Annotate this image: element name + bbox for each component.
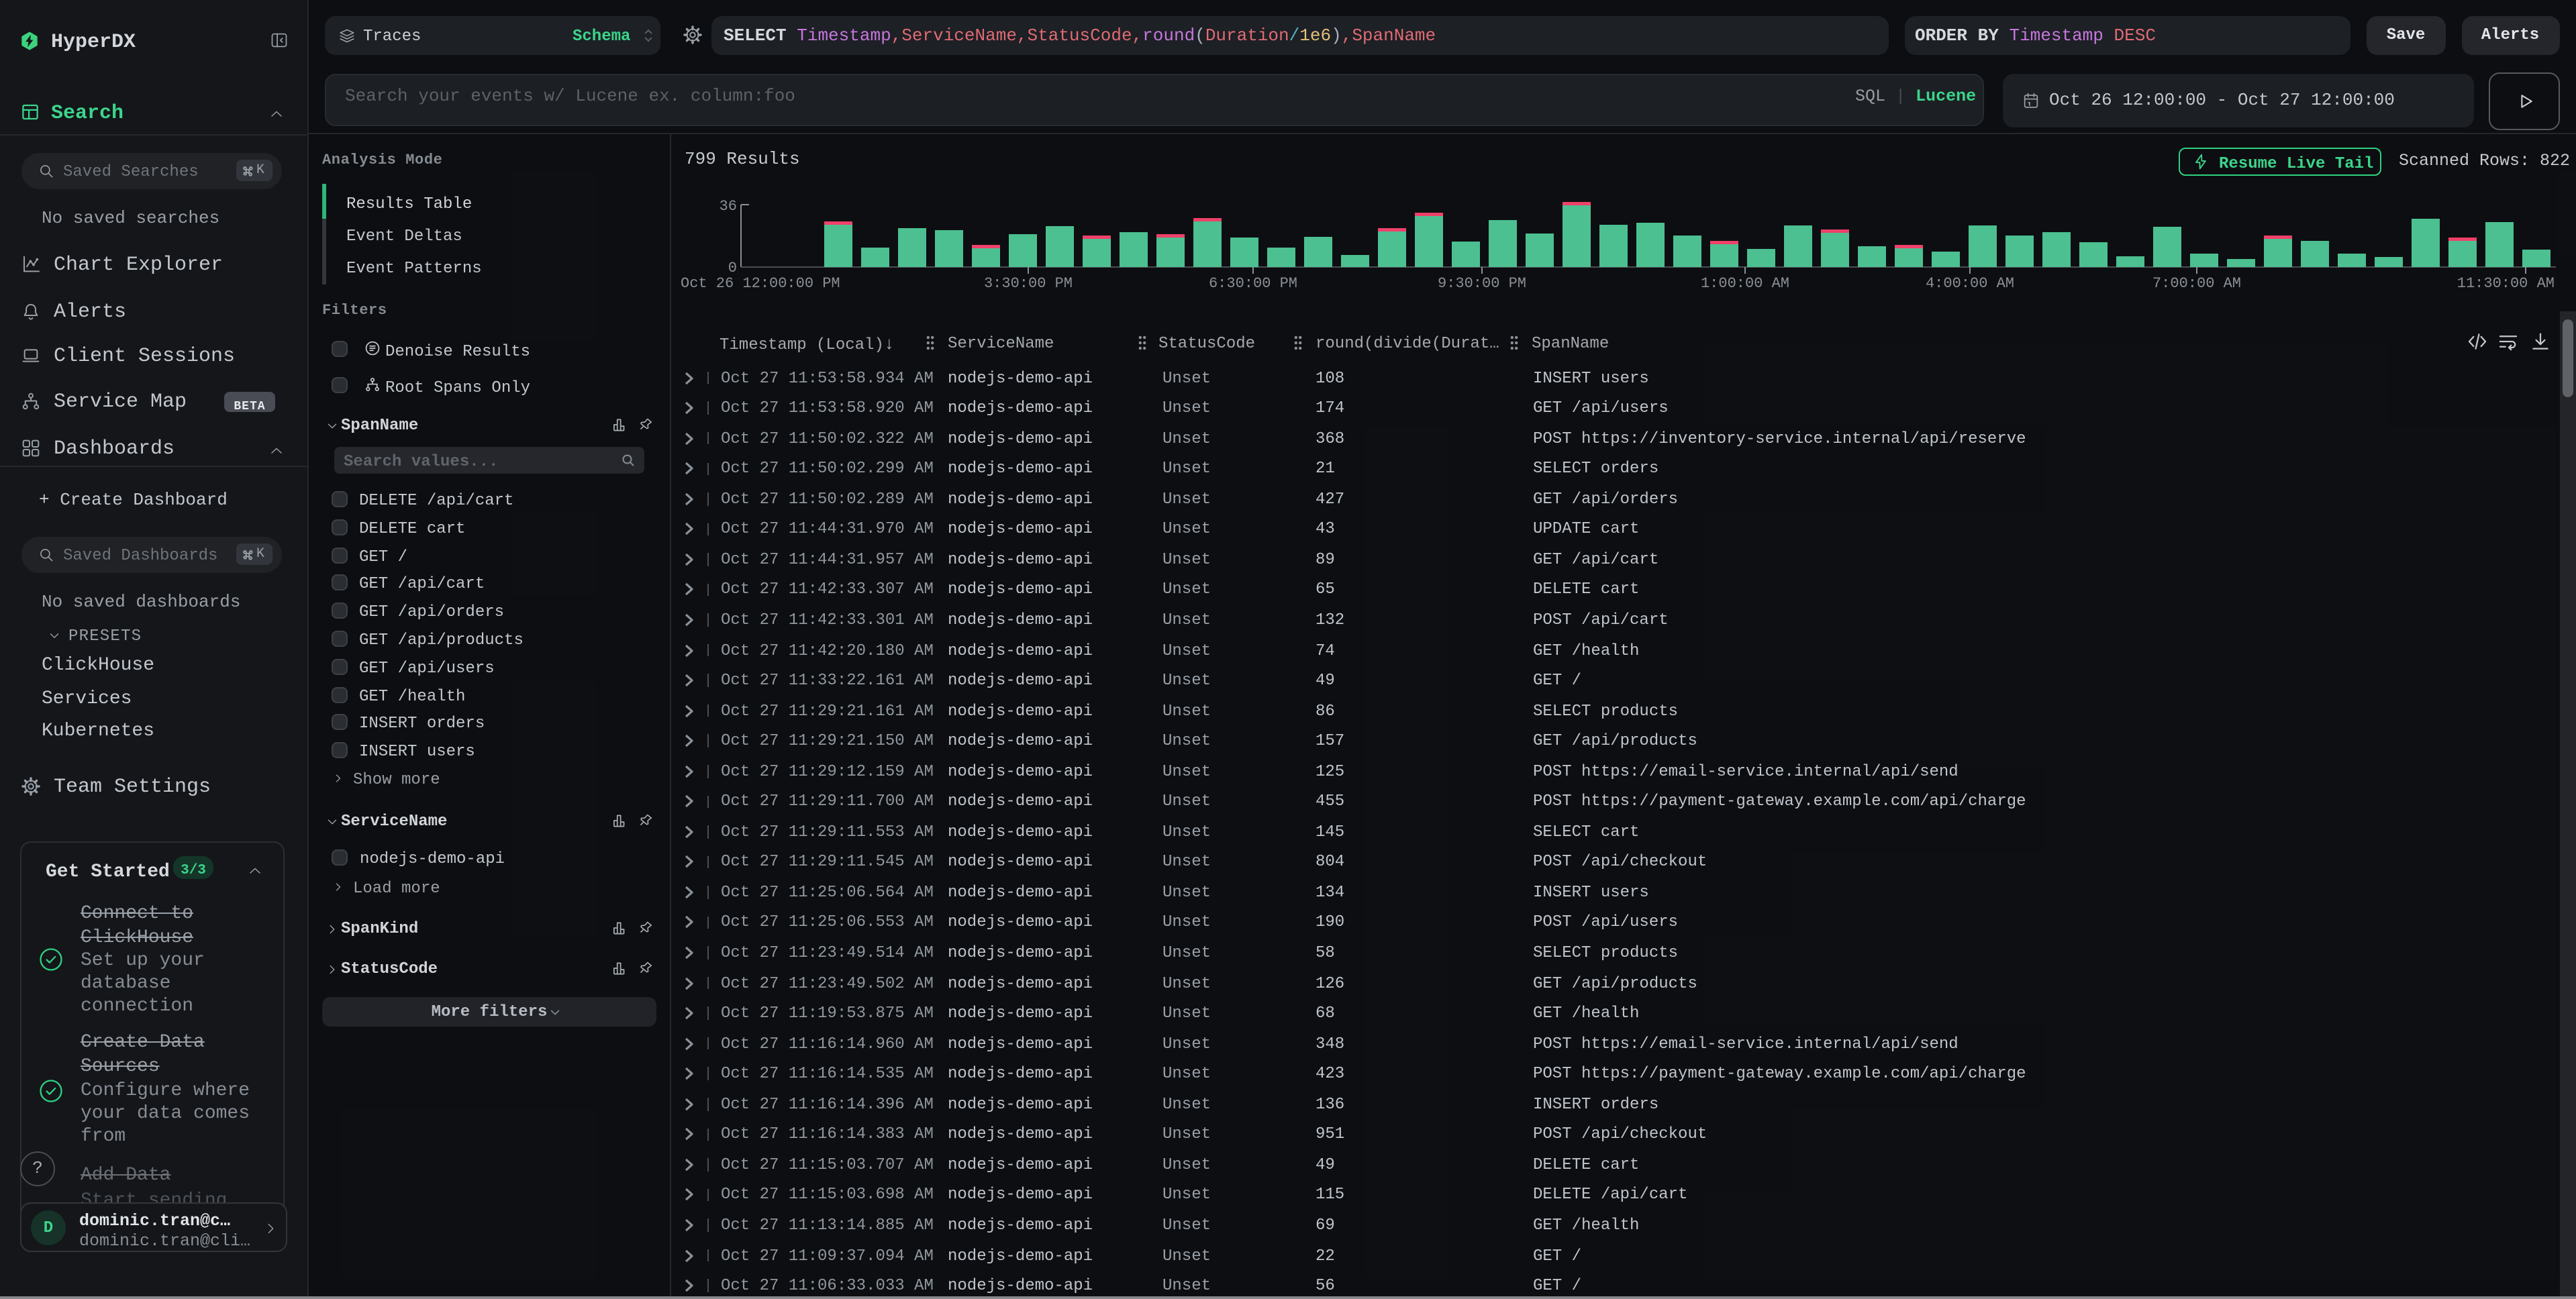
- svg-text:36: 36: [720, 198, 737, 215]
- svg-text:3:30:00 PM: 3:30:00 PM: [984, 275, 1073, 292]
- svg-text:7:00:00 AM: 7:00:00 AM: [2152, 275, 2241, 292]
- svg-text:9:30:00 PM: 9:30:00 PM: [1438, 275, 1526, 292]
- svg-text:Oct 26 12:00:00 PM: Oct 26 12:00:00 PM: [681, 275, 840, 292]
- svg-text:6:30:00 PM: 6:30:00 PM: [1209, 275, 1297, 292]
- svg-text:0: 0: [728, 260, 737, 276]
- svg-text:4:00:00 AM: 4:00:00 AM: [1926, 275, 2014, 292]
- svg-text:1:00:00 AM: 1:00:00 AM: [1701, 275, 1789, 292]
- svg-text:11:30:00 AM: 11:30:00 AM: [2457, 275, 2555, 292]
